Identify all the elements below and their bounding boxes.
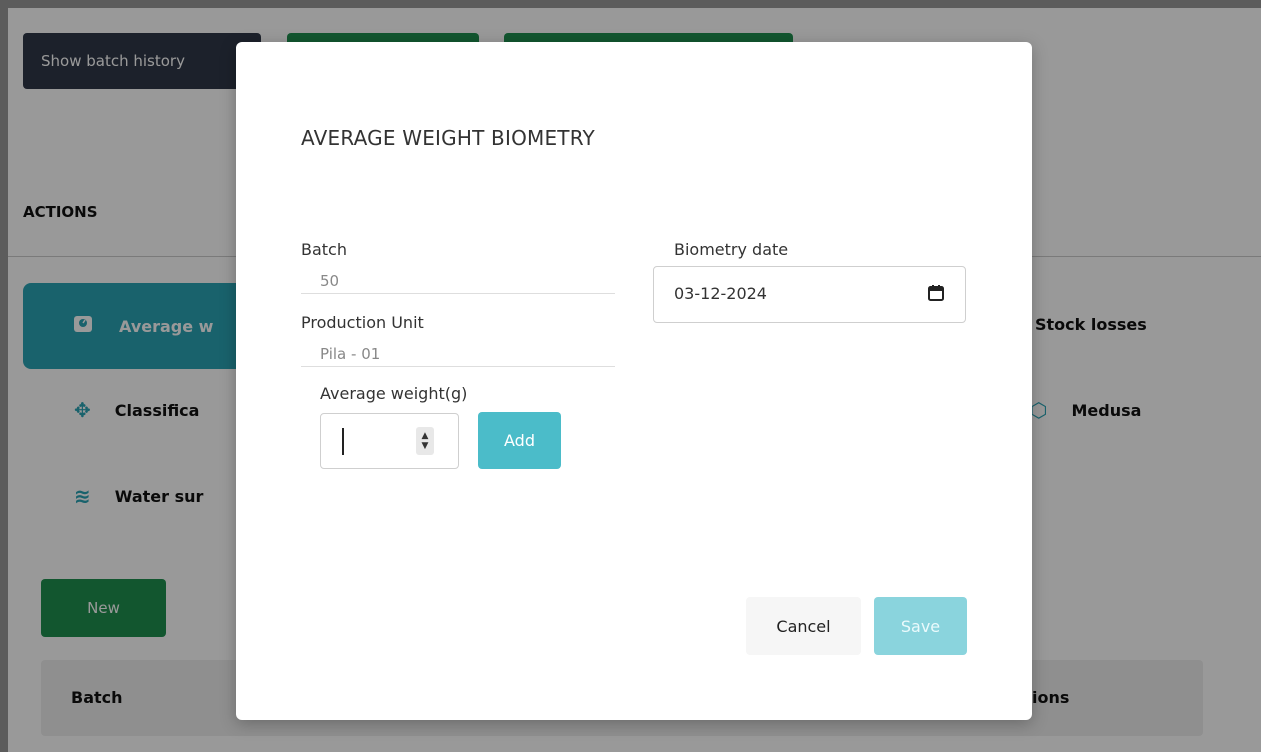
cancel-button[interactable]: Cancel	[746, 597, 861, 655]
biometry-date-label: Biometry date	[674, 240, 789, 259]
average-weight-biometry-modal: AVERAGE WEIGHT BIOMETRY Batch 50 Product…	[236, 42, 1032, 720]
number-spinner[interactable]: ▲ ▼	[416, 427, 434, 455]
text-cursor	[342, 428, 344, 455]
modal-title: AVERAGE WEIGHT BIOMETRY	[301, 126, 595, 150]
production-unit-label: Production Unit	[301, 313, 424, 332]
batch-underline	[301, 293, 615, 294]
add-button[interactable]: Add	[478, 412, 561, 469]
calendar-icon[interactable]	[926, 283, 946, 303]
batch-value: 50	[320, 272, 340, 290]
biometry-date-value[interactable]: 03-12-2024	[674, 284, 767, 303]
average-weight-input[interactable]	[320, 413, 459, 469]
production-unit-underline	[301, 366, 615, 367]
average-weight-label: Average weight(g)	[320, 384, 468, 403]
batch-label: Batch	[301, 240, 347, 259]
spinner-up-icon[interactable]: ▲	[422, 431, 429, 441]
production-unit-value: Pila - 01	[320, 345, 381, 363]
spinner-down-icon[interactable]: ▼	[422, 441, 429, 451]
save-button[interactable]: Save	[874, 597, 967, 655]
